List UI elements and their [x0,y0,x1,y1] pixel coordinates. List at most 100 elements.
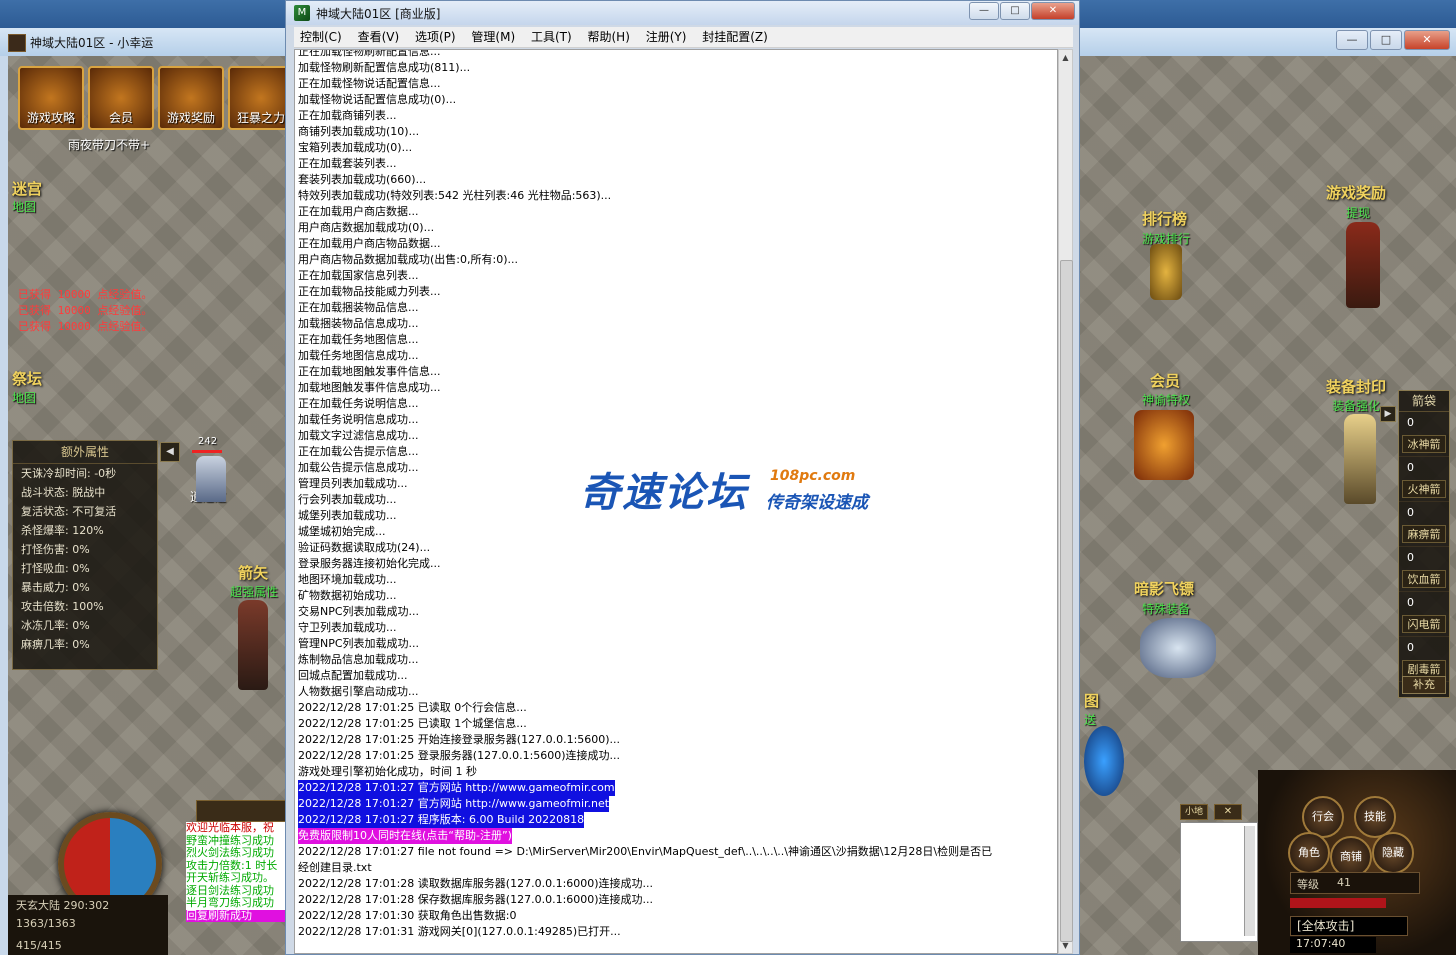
game-close-button[interactable]: ✕ [1404,30,1450,50]
menu-register[interactable]: 注册(Y) [640,27,693,47]
quiver-item[interactable]: 0 麻痹箭 [1399,502,1449,547]
quiver-item[interactable]: 0 饮血箭 [1399,547,1449,592]
log-line: 2022/12/28 17:01:27 官方网站 http://www.game… [298,780,615,796]
log-line: 用户商店物品数据加载成功(出售:0,所有:0)... [298,253,518,266]
menu-view[interactable]: 查看(V) [352,27,406,47]
altar-label[interactable]: 祭坛 [12,368,42,389]
attr-row: 杀怪爆率: 120% [21,524,104,537]
log-line: 2022/12/28 17:01:28 保存数据库服务器(127.0.0.1:6… [298,893,654,906]
console-close-button[interactable]: ✕ [1031,2,1075,20]
log-line: 加载地图触发事件信息成功... [298,381,441,394]
hud-right-scrollbar[interactable] [1244,826,1255,936]
ranking-npc-sprite[interactable] [1150,244,1182,300]
equip-seal-npc-name[interactable]: 装备封印 [1326,376,1386,397]
game-reward-npc-sprite[interactable] [1346,222,1380,308]
arrow-npc-sprite[interactable] [238,600,268,690]
attack-mode[interactable]: [全体攻击] [1290,916,1408,936]
quiver-collapse-icon[interactable]: ▶ [1380,406,1396,422]
log-line: 验证码数据读取成功(24)... [298,541,431,554]
vip-icon[interactable]: 会员 [88,66,154,130]
console-maximize-button[interactable]: □ [1000,2,1030,20]
guide-icon[interactable]: 游戏攻略 [18,66,84,130]
log-line: 管理NPC列表加载成功... [298,637,420,650]
console-minimize-button[interactable]: — [969,2,999,20]
log-line: 2022/12/28 17:01:25 开始连接登录服务器(127.0.0.1:… [298,733,621,746]
quiver-item-count: 0 [1407,596,1414,609]
menu-tools[interactable]: 工具(T) [525,27,578,47]
log-line: 2022/12/28 17:01:31 游戏网关[0](127.0.0.1:49… [298,925,621,938]
maze-label[interactable]: 迷宫 [12,178,42,199]
attr-row: 麻痹几率: 0% [21,638,90,651]
log-line: 加载任务地图信息成功... [298,349,419,362]
log-line: 正在加载套装列表... [298,157,397,170]
menu-manage[interactable]: 管理(M) [465,27,521,47]
log-line: 管理员列表加载成功... [298,477,408,490]
scroll-thumb[interactable] [1060,260,1073,942]
log-line: 加载任务说明信息成功... [298,413,419,426]
scroll-up-icon[interactable]: ▲ [1059,50,1072,65]
quiver-panel: 箭袋 0 冰神箭 0 火神箭 0 麻痹箭 0 饮血箭 0 闪电箭 0 剧毒箭 补充 [1398,390,1450,698]
log-line: 正在加载任务地图信息... [298,333,419,346]
role-button[interactable]: 角色 [1288,832,1330,874]
menu-help[interactable]: 帮助(H) [582,27,636,47]
shadow-dart-npc-name[interactable]: 暗影飞镖 [1134,578,1194,599]
game-caption-buttons: — □ ✕ [1336,30,1450,50]
scroll-down-icon[interactable]: ▼ [1059,938,1072,953]
hide-button[interactable]: 隐藏 [1372,832,1414,874]
game-maximize-button[interactable]: □ [1370,30,1402,50]
log-line: 套装列表加载成功(660)... [298,173,427,186]
vip-npc-sub: 神谕特权 [1142,393,1191,407]
arrow-npc-sub: 超强属性 [230,585,279,599]
menu-anticheat[interactable]: 封挂配置(Z) [696,27,774,47]
quiver-item-label: 麻痹箭 [1402,525,1446,543]
vip-npc-sprite[interactable] [1134,410,1194,480]
teleport-portal[interactable] [1084,726,1124,796]
console-log-scrollbar[interactable]: ▲ ▼ [1058,49,1073,954]
console-window-title: 神域大陆01区 [商业版] [316,7,441,21]
log-line: 正在加载用户商店物品数据... [298,237,441,250]
quiver-item[interactable]: 0 冰神箭 [1399,412,1449,457]
log-line: 人物数据引擎启动成功... [298,685,419,698]
chat-box[interactable]: 欢迎光临本服，祝 野蛮冲撞练习成功 烈火剑法练习成功 攻击力倍数:1 时长 开天… [186,822,286,922]
rage-icon-label: 狂暴之力 [236,111,285,125]
vip-npc-name[interactable]: 会员 [1150,370,1180,391]
console-caption-buttons: — □ ✕ [969,2,1075,20]
right-edge-npc-name[interactable]: 图 [1084,690,1099,711]
reward-icon[interactable]: 游戏奖励 [158,66,224,130]
quiver-item-label: 冰神箭 [1402,435,1446,453]
reward-icon-label: 游戏奖励 [166,111,215,125]
minimap-close-icon[interactable]: ✕ [1214,804,1242,820]
player-sprite[interactable] [196,456,226,502]
hud-left-button-bar[interactable] [196,800,290,822]
ranking-npc-name[interactable]: 排行榜 [1142,208,1187,229]
menu-control[interactable]: 控制(C) [294,27,348,47]
vip-icon-label: 会员 [108,111,133,125]
exp-message: 已获得 10000 点经验值。 [18,288,153,301]
quiver-item[interactable]: 0 火神箭 [1399,457,1449,502]
chat-line: 烈火剑法练习成功 [186,846,274,859]
equip-seal-npc-sprite[interactable] [1344,414,1376,504]
maze-sub-label: 地图 [12,200,37,214]
exp-message: 已获得 10000 点经验值。 [18,304,153,317]
log-line: 行会列表加载成功... [298,493,397,506]
watermark-main: 奇速论坛 [580,470,748,516]
minimap-small-button[interactable]: 小地 [1180,804,1208,820]
quiver-refill-button[interactable]: 补充 [1402,676,1446,694]
shadow-dart-npc-sprite[interactable] [1140,618,1216,678]
console-titlebar[interactable]: M 神域大陆01区 [商业版] — □ ✕ [286,1,1079,25]
arrow-npc-name[interactable]: 箭矢 [238,562,268,583]
log-line: 正在加载怪物刷新配置信息... [298,49,441,58]
quiver-item[interactable]: 0 闪电箭 [1399,592,1449,637]
log-line: 游戏处理引擎初始化成功，时间 1 秒 [298,765,477,778]
menu-options[interactable]: 选项(P) [409,27,462,47]
log-line: 加载文字过滤信息成功... [298,429,419,442]
game-app-icon [8,34,26,52]
game-minimize-button[interactable]: — [1336,30,1368,50]
game-clock: 17:07:40 [1290,937,1376,953]
game-reward-npc-name[interactable]: 游戏奖励 [1326,182,1386,203]
log-line: 正在加载商铺列表... [298,109,397,122]
attr-panel-collapse-icon[interactable]: ◀ [160,442,180,462]
log-line: 2022/12/28 17:01:30 获取角色出售数据:0 [298,909,517,922]
chat-line: 开天斩练习成功。 [186,871,274,884]
log-line: 守卫列表加载成功... [298,621,397,634]
